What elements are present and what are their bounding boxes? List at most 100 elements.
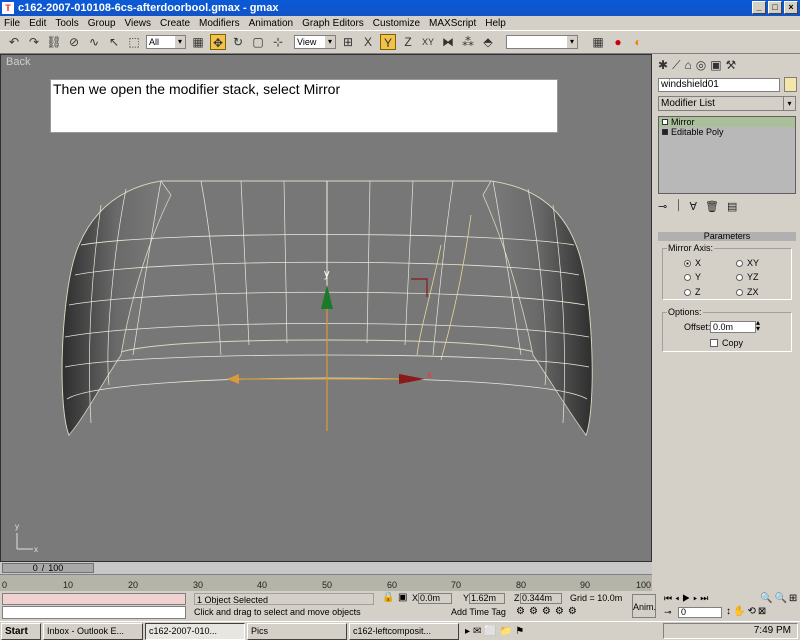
restrict-xy-icon[interactable]: XY [420,34,436,50]
unlink-icon[interactable]: ⊘ [66,34,82,50]
align-icon[interactable]: ⬘ [480,34,496,50]
utilities-tab-icon[interactable]: ⚒ [726,58,737,74]
axis-radio-y[interactable]: Y [684,272,701,282]
expand-icon[interactable] [662,129,668,135]
menu-views[interactable]: Views [125,18,152,29]
current-frame-field[interactable]: 0 [678,607,722,618]
track-bar[interactable]: 0 10 20 30 40 50 60 70 80 90 100 [0,574,652,591]
gmax-app-icon[interactable]: T [2,2,14,14]
configure-sets-icon[interactable]: ▤ [727,200,737,213]
task-outlook[interactable]: Inbox - Outlook E... [43,622,143,640]
menu-animation[interactable]: Animation [249,18,293,29]
menu-maxscript[interactable]: MAXScript [429,18,476,29]
restrict-z-icon[interactable]: Z [400,34,416,50]
hierarchy-tab-icon[interactable]: ⌂ [684,58,691,74]
playback-controls[interactable]: ⏮◂▶▸⏭ [664,593,711,604]
task-gmax[interactable]: c162-2007-010... [145,622,245,640]
viewport-label[interactable]: Back [6,56,30,68]
lock-selection-icon[interactable]: 🔒 [382,592,394,603]
select-and-scale-icon[interactable]: ▢ [250,34,266,50]
spinner-arrows-icon[interactable]: ▴ ▾ [756,319,760,333]
selection-filter-dropdown[interactable]: All [146,35,186,49]
remove-modifier-icon[interactable]: 🗑 [705,200,719,213]
axis-radio-zx[interactable]: ZX [736,287,759,297]
menu-modifiers[interactable]: Modifiers [199,18,240,29]
z-coord-field[interactable]: 0.344m [520,593,562,604]
transform-center-icon[interactable]: ⊞ [340,34,356,50]
stack-item-editable-poly[interactable]: Editable Poly [659,127,795,137]
task-photo-viewer[interactable]: c162-leftcomposit... [349,622,459,640]
select-by-name-icon[interactable]: ▦ [190,34,206,50]
bind-space-warp-icon[interactable]: ∿ [86,34,102,50]
stack-item-mirror[interactable]: Mirror [659,117,795,127]
menu-graph-editors[interactable]: Graph Editors [302,18,364,29]
named-selection-dropdown[interactable] [506,35,578,49]
viewport-navigation-icons[interactable]: 🔍🔍⊞ [760,593,799,604]
add-time-tag[interactable]: Add Time Tag [451,607,506,617]
show-end-result-icon[interactable]: ⏐ [675,200,681,213]
motion-tab-icon[interactable]: ◎ [696,58,706,74]
select-object-icon[interactable]: ↖ [106,34,122,50]
select-and-rotate-icon[interactable]: ↻ [230,34,246,50]
minimize-button[interactable]: _ [752,1,766,14]
menu-group[interactable]: Group [88,18,116,29]
menu-file[interactable]: File [4,18,20,29]
link-icon[interactable]: ⛓ [46,34,62,50]
restrict-x-icon[interactable]: X [360,34,376,50]
display-tab-icon[interactable]: ▣ [710,58,721,74]
menu-create[interactable]: Create [160,18,190,29]
reference-coordinate-dropdown[interactable]: View [294,35,336,49]
object-name-field[interactable]: windshield01 [658,78,780,92]
mirror-icon[interactable]: ⧓ [440,34,456,50]
close-button[interactable]: × [784,1,798,14]
select-and-move-icon[interactable]: ✥ [210,34,226,50]
modifier-list-dropdown[interactable]: Modifier List ▾ [658,96,796,111]
restrict-y-icon[interactable]: Y [380,34,396,50]
time-slider-thumb[interactable]: 0/100 [2,563,94,573]
copy-checkbox[interactable]: Copy [710,338,743,348]
quick-launch-icons[interactable]: ▸✉⬜📁⚑ [465,626,527,637]
menu-help[interactable]: Help [485,18,506,29]
axis-radio-xy[interactable]: XY [736,258,759,268]
back-viewport[interactable]: y x y x Back Then we open the modifier s… [0,54,652,562]
y-coord-field[interactable]: 1.62m [469,593,505,604]
redo-icon[interactable]: ↷ [26,34,42,50]
modify-tab-icon[interactable]: ⟋ [672,58,680,74]
offset-spinner[interactable]: 0.0m [710,321,756,333]
total-frames: 100 [48,563,64,573]
axis-radio-z[interactable]: Z [684,287,701,297]
stack-item-label: Editable Poly [671,127,724,137]
maxscript-listener-box[interactable] [2,593,186,605]
quick-render-icon[interactable]: ◐ [630,34,646,50]
maxscript-input-box[interactable] [2,606,186,619]
animate-button[interactable]: Anim. [632,594,656,618]
copy-label: Copy [722,338,744,348]
axis-radio-x[interactable]: X [684,258,701,268]
start-button[interactable]: Start [1,622,41,640]
menu-tools[interactable]: Tools [55,18,78,29]
pin-stack-icon[interactable]: ⊸ [658,200,667,213]
material-editor-icon[interactable]: ▦ [590,34,606,50]
menu-edit[interactable]: Edit [29,18,46,29]
create-tab-icon[interactable]: ✱ [658,58,668,74]
undo-icon[interactable]: ↶ [6,34,22,50]
snap-toggle-icons[interactable]: ⚙⚙⚙⚙⚙ [516,606,581,617]
x-coord-field[interactable]: 0.0m [418,593,452,604]
make-unique-icon[interactable]: ∀ [689,200,697,213]
pan-orbit-icons[interactable]: ↕✋⟲⊠ [726,606,768,617]
absolute-mode-icon[interactable]: ▣ [398,592,407,603]
task-pics[interactable]: Pics [247,622,347,640]
render-icon[interactable]: ● [610,34,626,50]
region-select-icon[interactable]: ⬚ [126,34,142,50]
time-slider[interactable]: 0/100 [0,562,652,574]
menu-customize[interactable]: Customize [373,18,420,29]
light-bulb-icon[interactable] [662,119,668,125]
object-color-swatch[interactable] [784,77,797,92]
chevron-down-icon[interactable]: ▾ [783,97,795,110]
key-mode-icon[interactable]: ⊸ [664,607,672,618]
parameters-rollout-title[interactable]: Parameters [658,232,796,241]
maximize-button[interactable]: □ [768,1,782,14]
axis-radio-yz[interactable]: YZ [736,272,759,282]
pivot-center-icon[interactable]: ⊹ [270,34,286,50]
array-icon[interactable]: ⁂ [460,34,476,50]
